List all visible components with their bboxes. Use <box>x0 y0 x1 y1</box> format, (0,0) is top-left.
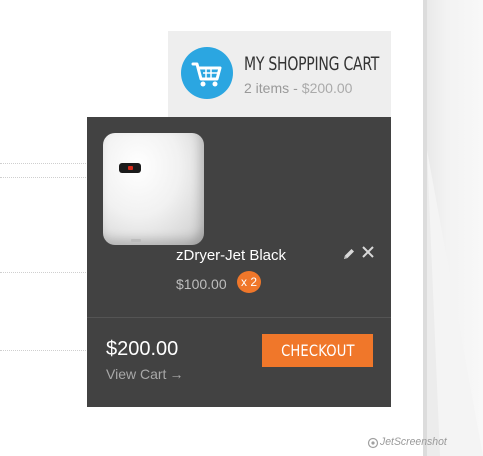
cart-title[interactable]: MY SHOPPING CART <box>244 53 379 75</box>
view-cart-label[interactable]: View Cart <box>106 366 166 382</box>
cart-item-quantity-badge: x 2 <box>237 271 261 293</box>
dropdown-total: $200.00 <box>106 338 179 360</box>
cart-total-amount: $200.00 <box>301 80 353 96</box>
dryer-outlet-graphic <box>131 239 141 242</box>
checkout-button-label[interactable]: CHECKOUT <box>281 341 355 360</box>
cart-item-count: 2 items <box>244 80 290 96</box>
pencil-icon[interactable] <box>342 247 356 261</box>
dryer-sensor-graphic <box>119 163 141 173</box>
page-divider-line <box>0 350 90 351</box>
page-divider-line <box>0 272 90 273</box>
shopping-cart-icon[interactable] <box>181 47 233 99</box>
view-cart-link[interactable]: View Cart → <box>106 366 183 382</box>
watermark-logo-icon <box>367 437 379 449</box>
dropdown-divider <box>87 317 391 318</box>
cart-item-name[interactable]: zDryer-Jet Black <box>176 247 286 264</box>
hand-dryer-image[interactable] <box>103 133 204 245</box>
cart-summary: 2 items - $200.00 <box>244 80 352 96</box>
cart-summary-separator: - <box>293 80 298 96</box>
checkout-button[interactable]: CHECKOUT <box>262 334 373 367</box>
page-divider-line <box>0 177 90 178</box>
page-divider-line <box>0 163 90 164</box>
arrow-right-icon[interactable]: → <box>169 366 183 382</box>
close-icon[interactable] <box>361 245 375 259</box>
watermark-text: JetScreenshot <box>380 436 447 448</box>
cart-item-price: $100.00 <box>176 276 227 292</box>
